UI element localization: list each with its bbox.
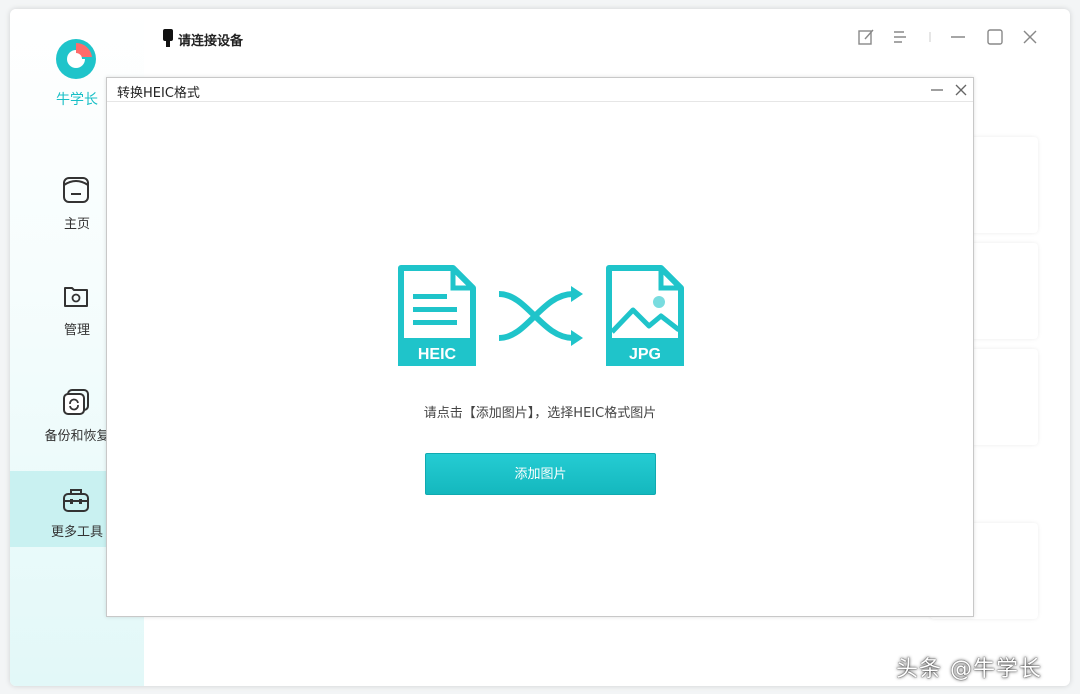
watermark: 头条 @牛学长: [896, 657, 1042, 682]
folder-gear-icon: [64, 287, 88, 307]
heic-to-jpg-graphic: HEIC JPG: [398, 265, 684, 366]
app-logo-icon: [56, 39, 96, 79]
dialog-title: 转换HEIC格式: [117, 86, 200, 101]
dialog-minimize-icon[interactable]: [929, 82, 945, 98]
heic-file-icon: HEIC: [398, 265, 476, 366]
menu-icon[interactable]: [890, 27, 910, 47]
device-plug-icon: [163, 29, 173, 47]
toolbox-icon: [63, 489, 89, 512]
home-icon: [63, 177, 89, 203]
source-format-label: HEIC: [418, 346, 457, 363]
jpg-file-icon: JPG: [606, 265, 684, 366]
backup-restore-icon: [63, 389, 89, 415]
convert-heic-dialog: 转换HEIC格式 HEIC JPG 请点击【添加图片】，选择HEIC格式图片 添…: [106, 77, 974, 617]
convert-shuffle-icon: [498, 286, 583, 346]
minimize-icon[interactable]: [948, 27, 968, 47]
close-icon[interactable]: [1020, 27, 1040, 47]
instruction-text: 请点击【添加图片】，选择HEIC格式图片: [423, 406, 657, 421]
target-format-label: JPG: [629, 346, 661, 363]
connection-status: 请连接设备: [178, 34, 244, 49]
feedback-icon[interactable]: [856, 27, 876, 47]
app-window: 牛学长 主页 管理 备份和恢复 更多工具 请连接设备 转换HEIC格式 HEIC…: [10, 9, 1070, 686]
maximize-icon[interactable]: [985, 27, 1005, 47]
dialog-titlebar: 转换HEIC格式: [107, 78, 973, 102]
add-image-button[interactable]: 添加图片: [425, 453, 656, 495]
separator-icon: [929, 32, 931, 42]
dialog-close-icon[interactable]: [953, 82, 969, 98]
